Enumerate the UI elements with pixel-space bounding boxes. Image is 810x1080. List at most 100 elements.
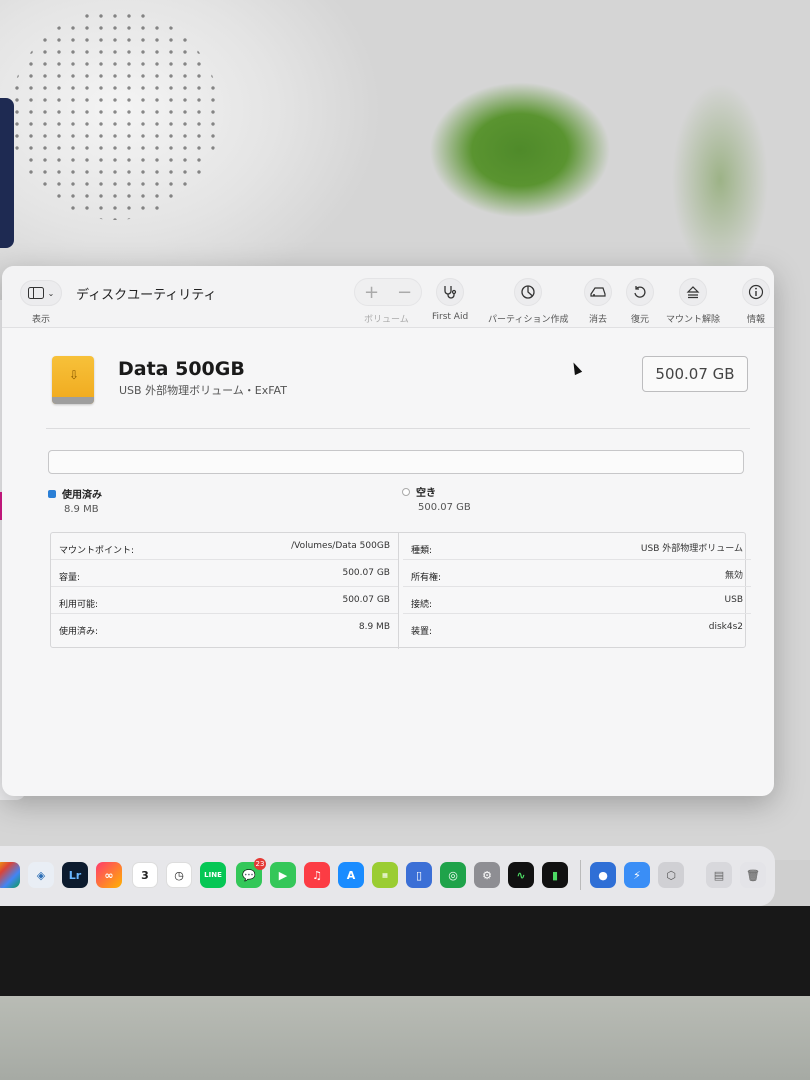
calendar-day: 3: [141, 868, 149, 882]
restore-icon: [626, 278, 654, 306]
info-row: 装置: disk4s2: [403, 614, 751, 641]
info-label: 情報: [746, 315, 765, 325]
erase-button[interactable]: 消去: [584, 278, 612, 325]
volume-info-table: マウントポイント: /Volumes/Data 500GB 容量: 500.07…: [50, 532, 751, 649]
info-key: 種類:: [411, 546, 433, 556]
facetime-app-icon[interactable]: ▶: [270, 862, 296, 888]
volume-subtitle: USB 外部物理ボリューム・ExFAT: [119, 384, 287, 397]
info-value: 500.07 GB: [342, 568, 390, 578]
audio-app-icon[interactable]: ▮: [542, 862, 568, 888]
monitor-bezel: [0, 906, 810, 1006]
eject-icon: [679, 278, 707, 306]
info-row: 利用可能: 500.07 GB: [51, 587, 398, 614]
sidebar-toggle-button[interactable]: ⌄: [20, 280, 62, 306]
notes-app-icon[interactable]: ▯: [406, 862, 432, 888]
desk-surface: [0, 996, 810, 1080]
add-volume-button[interactable]: +: [364, 282, 379, 303]
usage-bar: [48, 450, 744, 474]
info-key: 利用可能:: [59, 600, 99, 610]
clock-app-icon[interactable]: ◷: [166, 862, 192, 888]
erase-icon: [584, 278, 612, 306]
partition-button[interactable]: パーティション作成: [488, 278, 568, 325]
dock-separator: [580, 860, 581, 890]
calendar-app-icon[interactable]: 3: [132, 862, 158, 888]
legend-used: 使用済み: [48, 486, 102, 501]
info-value: 500.07 GB: [342, 595, 390, 605]
info-row: 所有権: 無効: [403, 560, 751, 587]
header-divider: [46, 428, 750, 429]
info-row: 容量: 500.07 GB: [51, 560, 398, 587]
info-key: 容量:: [59, 573, 81, 583]
toolbar: ⌄ 表示 ディスクユーティリティ + − ボリューム First Aid パーテ…: [2, 266, 774, 328]
mouse-cursor-icon: [569, 360, 583, 376]
dock: ◈ Lr ∞ 3 ◷ LINE 💬 23 ▶ ♫ A ▦ ▯ ◎ ⚙ ∿ ▮ ●…: [0, 846, 775, 906]
generic-app-icon[interactable]: ⬡: [658, 862, 684, 888]
info-key: マウントポイント:: [59, 546, 135, 556]
window-title: ディスクユーティリティ: [76, 288, 217, 303]
downloads-folder-icon[interactable]: ▤: [706, 862, 732, 888]
legend-free: 空き: [402, 484, 436, 499]
info-value: 無効: [724, 571, 743, 581]
volume-button-group: + −: [354, 278, 422, 306]
legend-used-value: 8.9 MB: [64, 504, 99, 515]
info-value: USB: [724, 595, 743, 605]
photos-app-icon[interactable]: [0, 862, 20, 888]
usb-icon: ⇩: [69, 368, 80, 382]
legend-free-value: 500.07 GB: [418, 502, 471, 513]
messages-badge: 23: [254, 858, 266, 870]
pie-chart-icon: [514, 278, 543, 306]
unmount-button[interactable]: マウント解除: [666, 278, 720, 325]
trash-icon[interactable]: 🗑: [740, 862, 766, 888]
shield-app-icon[interactable]: ◈: [28, 862, 54, 888]
system-settings-icon[interactable]: ⚙: [474, 862, 500, 888]
info-row: 使用済み: 8.9 MB: [51, 614, 398, 641]
first-aid-label: First Aid: [432, 312, 469, 322]
lightroom-label: Lr: [68, 868, 82, 882]
info-key: 使用済み:: [59, 627, 99, 637]
stethoscope-icon: [436, 278, 465, 306]
info-row: 接続: USB: [403, 587, 751, 614]
wallpaper-lace-pattern: [10, 10, 220, 220]
info-key: 接続:: [411, 600, 433, 610]
info-value: /Volumes/Data 500GB: [291, 541, 390, 551]
chevron-down-icon: ⌄: [47, 288, 55, 298]
free-swatch-icon: [402, 487, 410, 496]
disk-utility-dock-icon[interactable]: ●: [590, 862, 616, 888]
sidebar-icon: [27, 287, 44, 299]
activity-monitor-icon[interactable]: ∿: [508, 862, 534, 888]
info-key: 装置:: [411, 627, 433, 637]
music-app-icon[interactable]: ♫: [304, 862, 330, 888]
volume-name: Data 500GB: [118, 358, 245, 380]
creative-cloud-app-icon[interactable]: ∞: [96, 862, 122, 888]
erase-label: 消去: [588, 315, 607, 325]
used-swatch-icon: [48, 489, 56, 498]
volume-capacity-badge: 500.07 GB: [642, 356, 748, 392]
info-row: マウントポイント: /Volumes/Data 500GB: [51, 533, 398, 560]
shortcut-app-icon[interactable]: ⚡: [624, 862, 650, 888]
info-value: disk4s2: [708, 622, 743, 632]
partition-label: パーティション作成: [488, 315, 569, 325]
legend-used-label: 使用済み: [62, 490, 102, 501]
info-value: USB 外部物理ボリューム: [640, 544, 743, 554]
info-column-right: 種類: USB 外部物理ボリューム 所有権: 無効 接続: USB 装置: di…: [403, 533, 751, 649]
background-window-edge[interactable]: [0, 98, 14, 248]
lightroom-app-icon[interactable]: Lr: [62, 862, 88, 888]
remove-volume-button[interactable]: −: [397, 282, 412, 303]
find-my-app-icon[interactable]: ◎: [440, 862, 466, 888]
info-button[interactable]: 情報: [742, 278, 770, 325]
restore-button[interactable]: 復元: [626, 278, 654, 325]
info-row: 種類: USB 外部物理ボリューム: [403, 533, 751, 560]
restore-label: 復元: [630, 315, 649, 325]
volume-label: ボリューム: [364, 315, 409, 325]
first-aid-button[interactable]: First Aid: [432, 278, 468, 322]
app-store-icon[interactable]: A: [338, 862, 364, 888]
info-key: 所有権:: [411, 573, 442, 583]
utility-app-icon[interactable]: ▦: [372, 862, 398, 888]
legend-free-label: 空き: [416, 488, 436, 499]
sidebar-toggle-label: 表示: [32, 315, 51, 325]
info-column-left: マウントポイント: /Volumes/Data 500GB 容量: 500.07…: [51, 533, 399, 649]
line-app-icon[interactable]: LINE: [200, 862, 226, 888]
info-value: 8.9 MB: [358, 622, 390, 632]
external-drive-icon: ⇩: [52, 356, 94, 404]
unmount-label: マウント解除: [666, 315, 721, 325]
